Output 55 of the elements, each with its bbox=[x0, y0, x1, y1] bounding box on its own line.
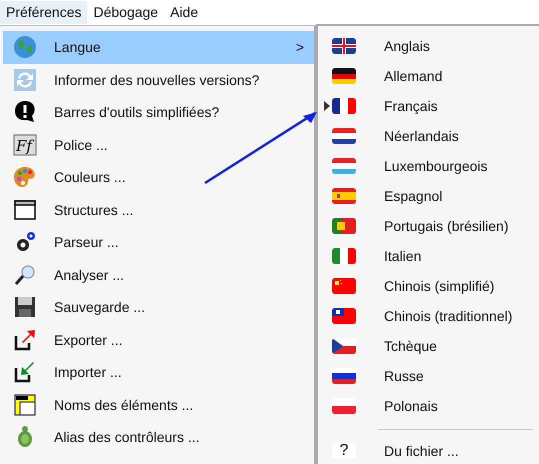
language-item[interactable]: Polonais bbox=[318, 391, 539, 421]
menu-item[interactable]: Barres d'outils simplifiées? bbox=[3, 96, 314, 128]
menu-item[interactable]: Alias des contrôleurs ... bbox=[3, 421, 314, 454]
language-item[interactable]: Espagnol bbox=[318, 181, 539, 211]
flag-icon bbox=[332, 38, 356, 54]
flag-icon bbox=[332, 338, 356, 354]
export-icon bbox=[13, 328, 37, 352]
language-item[interactable]: Allemand bbox=[318, 61, 539, 91]
menu-item[interactable]: Importer ... bbox=[3, 356, 314, 388]
menu-item[interactable]: Structures ... bbox=[3, 194, 314, 226]
submenu-arrow: > bbox=[296, 39, 304, 56]
language-file-item[interactable]: ? Du fichier ... bbox=[318, 436, 539, 464]
palette-icon bbox=[13, 165, 37, 190]
menu-bar-item[interactable]: Aide bbox=[164, 1, 204, 24]
magnifier-icon bbox=[13, 262, 37, 287]
flag-icon bbox=[332, 68, 356, 84]
form-icon bbox=[13, 392, 37, 417]
font-icon: Ff bbox=[13, 132, 37, 157]
flag-icon bbox=[332, 218, 356, 234]
flag-icon bbox=[332, 158, 356, 174]
language-item[interactable]: Français bbox=[318, 91, 539, 121]
question-mark-icon: ? bbox=[332, 443, 356, 459]
menu-item[interactable]: Couleurs ... bbox=[3, 161, 314, 194]
language-item[interactable]: Italien bbox=[318, 241, 539, 271]
menu-item[interactable]: Sauvegarde ... bbox=[3, 291, 314, 324]
flag-icon bbox=[332, 398, 356, 414]
flag-icon bbox=[332, 98, 356, 114]
window-icon bbox=[13, 198, 37, 222]
menu-item[interactable]: Parseur ... bbox=[3, 226, 314, 258]
flag-icon bbox=[332, 188, 356, 204]
language-item[interactable]: Chinois (simplifié) bbox=[318, 271, 539, 301]
language-item[interactable]: Anglais bbox=[318, 31, 539, 61]
flag-icon bbox=[332, 368, 356, 384]
menu-item[interactable]: Noms des éléments ... bbox=[3, 388, 314, 421]
language-item[interactable]: Luxembourgeois bbox=[318, 151, 539, 181]
language-item[interactable]: Tchèque bbox=[318, 331, 539, 361]
flag-icon bbox=[332, 248, 356, 264]
language-item[interactable]: Néerlandais bbox=[318, 121, 539, 151]
flag-icon bbox=[332, 128, 356, 144]
language-item[interactable]: Portugais (brésilien) bbox=[318, 211, 539, 241]
menu-bar-item[interactable]: Débogage bbox=[87, 1, 164, 24]
menu-bar-item[interactable]: Préférences bbox=[0, 1, 88, 24]
import-icon bbox=[13, 360, 37, 384]
menu-item[interactable]: Informer des nouvelles versions? bbox=[3, 64, 314, 96]
globe-icon bbox=[13, 35, 37, 60]
refresh-icon bbox=[13, 68, 37, 92]
menu-item[interactable]: Exporter ... bbox=[3, 324, 314, 356]
menu-item[interactable]: Analyser ... bbox=[3, 258, 314, 291]
language-item[interactable]: Chinois (traditionnel) bbox=[318, 301, 539, 331]
language-item[interactable]: Russe bbox=[318, 361, 539, 391]
flag-icon bbox=[332, 308, 356, 324]
menu-item[interactable]: Ff Police ... bbox=[3, 128, 314, 161]
exclamation-icon bbox=[13, 100, 37, 124]
menu-item[interactable]: Langue > bbox=[3, 31, 314, 64]
flag-icon bbox=[332, 278, 356, 294]
